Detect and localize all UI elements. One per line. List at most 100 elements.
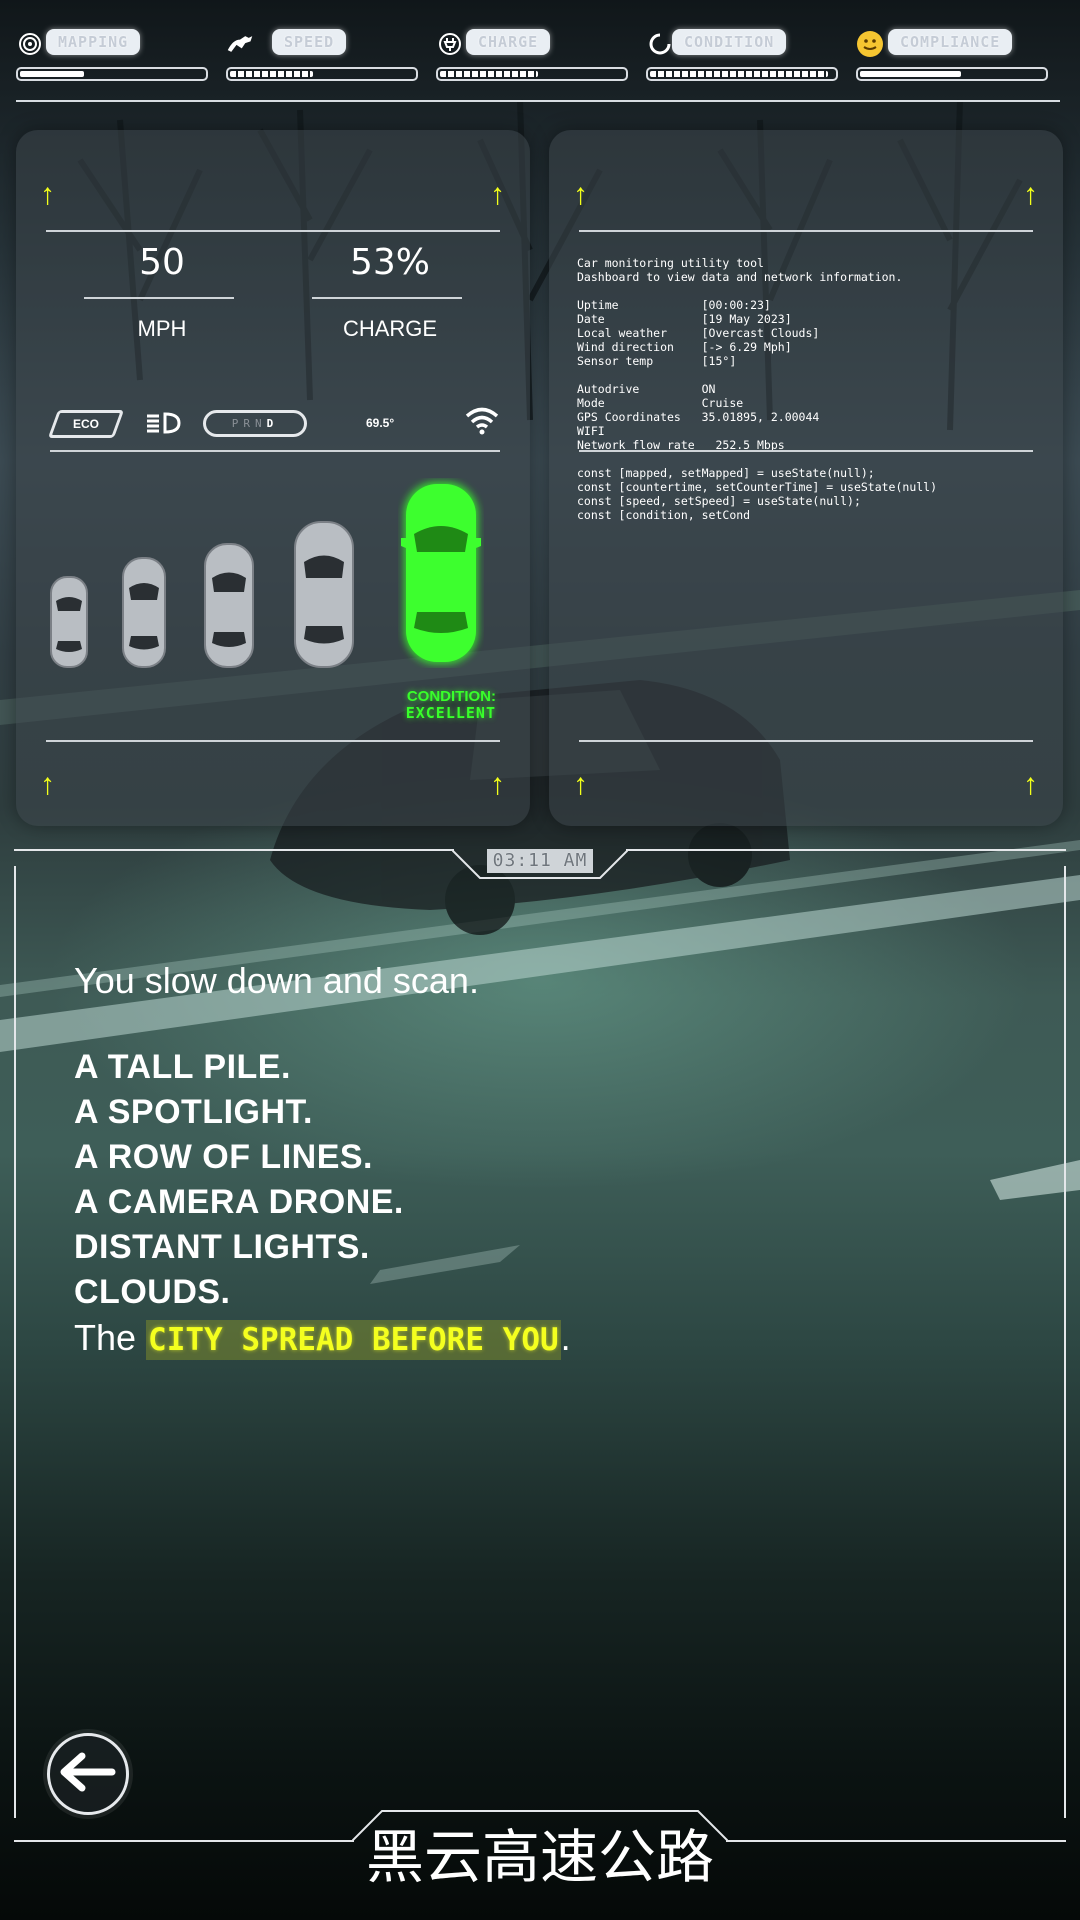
speed-progress-bar — [226, 67, 418, 81]
corner-arrow-icon: ↑ — [40, 768, 55, 801]
footer-border — [726, 1840, 1066, 1842]
info-panel: ↑ ↑ Car monitoring utility tool Dashboard… — [549, 130, 1063, 826]
corner-arrow-icon: ↑ — [573, 768, 588, 801]
story-final-line: The CITY SPREAD BEFORE YOU. — [74, 1315, 1014, 1360]
status-speed: SPEED — [226, 24, 422, 84]
status-label: COMPLIANCE — [888, 29, 1013, 55]
plug-icon — [436, 30, 464, 58]
speed-unit: MPH — [137, 316, 187, 341]
footer-border — [14, 1840, 354, 1842]
clock-display: 03:11 AM — [487, 849, 593, 873]
spinner-icon — [646, 30, 674, 58]
story-item: DISTANT LIGHTS. — [74, 1228, 370, 1266]
corner-arrow-icon: ↑ — [490, 178, 505, 211]
frame-border — [626, 849, 1066, 851]
car-icon-medium — [204, 543, 254, 668]
status-bar: MAPPING SPEED CHARGE CONDITION COMPLIANC… — [0, 24, 1080, 84]
dashboard-panel: ↑ ↑ 50 MPH 53% CHARGE ECO PRND 69.5° CON… — [16, 130, 530, 826]
condition-label: CONDITION: — [406, 688, 496, 705]
status-label: CHARGE — [466, 29, 551, 55]
car-icon-current-condition — [401, 482, 481, 664]
temperature-readout: 69.5° — [366, 416, 395, 430]
status-label: MAPPING — [46, 29, 141, 55]
info-line: Date [19 May 2023] — [577, 312, 792, 326]
panel-divider — [46, 230, 500, 232]
status-label: CONDITION — [672, 29, 787, 55]
back-button[interactable] — [47, 1733, 129, 1815]
gear-r: R — [243, 417, 255, 430]
info-line: Autodrive ON — [577, 382, 716, 396]
code-snippet: const [mapped, setMapped] = useState(nul… — [577, 452, 1047, 550]
car-icon-large — [294, 521, 354, 668]
location-title: 黑云高速公路 — [365, 1823, 714, 1891]
story-item: CLOUDS. — [74, 1273, 231, 1311]
car-icon-small — [122, 557, 166, 668]
car-icon-small — [50, 576, 88, 668]
story-text: You slow down and scan. A TALL PILE. A S… — [74, 955, 1014, 1360]
charge-value: 53% — [349, 242, 430, 283]
info-text: Car monitoring utility tool Dashboard to … — [577, 242, 1047, 480]
code-line: const [speed, setSpeed] = useState(null)… — [577, 494, 861, 508]
charge-divider — [312, 297, 462, 299]
panel-divider — [46, 740, 500, 742]
charge-unit: CHARGE — [342, 316, 438, 341]
corner-arrow-icon: ↑ — [40, 178, 55, 211]
story-item: A CAMERA DRONE. — [74, 1183, 404, 1221]
info-line: Dashboard to view data and network infor… — [577, 270, 903, 284]
panel-divider — [50, 450, 500, 452]
info-line: GPS Coordinates 35.01895, 2.00044 — [577, 410, 820, 424]
compliance-progress-bar — [856, 67, 1048, 81]
corner-arrow-icon: ↑ — [1023, 178, 1038, 211]
story-item: A ROW OF LINES. — [74, 1138, 374, 1176]
corner-arrow-icon: ↑ — [573, 178, 588, 211]
eco-mode-badge: ECO — [47, 410, 125, 438]
code-line: const [mapped, setMapped] = useState(nul… — [577, 466, 875, 480]
frame-border — [14, 866, 16, 1818]
speed-divider — [84, 297, 234, 299]
status-condition: CONDITION — [646, 24, 842, 84]
running-dog-icon — [226, 30, 254, 58]
panel-divider — [579, 740, 1033, 742]
frame-border — [14, 849, 454, 851]
status-compliance: COMPLIANCE — [856, 24, 1052, 84]
gear-n: N — [255, 417, 267, 430]
wifi-icon — [464, 405, 500, 440]
speed-value: 50 — [139, 242, 185, 283]
story-item: A SPOTLIGHT. — [74, 1093, 313, 1131]
story-link-city[interactable]: CITY SPREAD BEFORE YOU — [146, 1320, 561, 1360]
status-charge: CHARGE — [436, 24, 632, 84]
story-final-suffix: . — [560, 1317, 571, 1358]
gear-d-active: D — [266, 417, 279, 430]
info-line: Mode Cruise — [577, 396, 744, 410]
status-label: SPEED — [272, 29, 347, 55]
gear-p: P — [231, 417, 244, 430]
info-line: Wind direction [-> 6.29 Mph] — [577, 340, 792, 354]
condition-progress-bar — [646, 67, 838, 81]
info-line: Car monitoring utility tool — [577, 256, 764, 270]
headlight-icon — [145, 410, 183, 441]
corner-arrow-icon: ↑ — [490, 768, 505, 801]
status-mapping: MAPPING — [16, 24, 212, 84]
panel-divider — [579, 230, 1033, 232]
mapping-progress-bar — [16, 67, 208, 81]
condition-value: EXCELLENT — [405, 704, 496, 722]
gear-selector: PRND — [203, 410, 307, 437]
info-line: Local weather [Overcast Clouds] — [577, 326, 820, 340]
info-line: WIFI — [577, 424, 605, 438]
story-lead: You slow down and scan. — [74, 960, 479, 1001]
condition-readout: CONDITION: EXCELLENT — [406, 688, 496, 722]
story-item: A TALL PILE. — [74, 1048, 291, 1086]
target-icon — [16, 30, 44, 58]
frame-border — [1064, 866, 1066, 1818]
smiley-icon — [856, 30, 884, 58]
code-line: const [countertime, setCounterTime] = us… — [577, 480, 938, 494]
info-line: Sensor temp [15°] — [577, 354, 737, 368]
corner-arrow-icon: ↑ — [1023, 768, 1038, 801]
story-final-prefix: The — [74, 1317, 147, 1358]
top-divider — [16, 100, 1060, 102]
charge-progress-bar — [436, 67, 628, 81]
info-line: Uptime [00:00:23] — [577, 298, 771, 312]
arrow-left-icon — [60, 1752, 116, 1797]
